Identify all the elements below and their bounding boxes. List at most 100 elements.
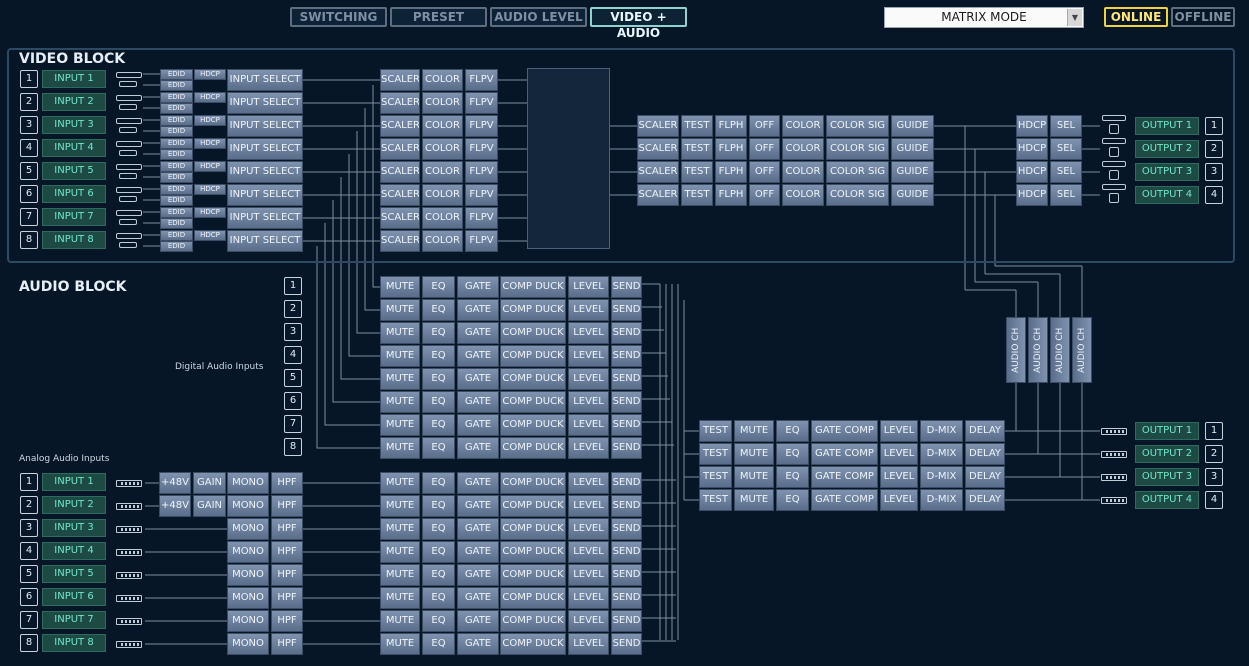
- video-scaler-button[interactable]: SCALER: [380, 184, 420, 206]
- output-hdcp-button[interactable]: HDCP: [1016, 184, 1048, 206]
- digital-comp-duck-button[interactable]: COMP DUCK: [500, 391, 566, 413]
- audio-out-eq-button[interactable]: EQ: [776, 489, 809, 511]
- phantom-power-button[interactable]: +48V: [159, 472, 191, 494]
- analog-comp-duck-button[interactable]: COMP DUCK: [500, 495, 566, 517]
- video-out-flph-button[interactable]: FLPH: [715, 161, 747, 183]
- video-input-button[interactable]: INPUT 1: [42, 70, 106, 88]
- audio-out-eq-button[interactable]: EQ: [776, 466, 809, 488]
- video-input-button[interactable]: INPUT 3: [42, 116, 106, 134]
- video-scaler-button[interactable]: SCALER: [380, 161, 420, 183]
- analog-input-button[interactable]: INPUT 7: [42, 611, 106, 629]
- analog-comp-duck-button[interactable]: COMP DUCK: [500, 610, 566, 632]
- analog-gate-button[interactable]: GATE: [457, 587, 499, 609]
- digital-eq-button[interactable]: EQ: [422, 276, 455, 298]
- hdcp-button[interactable]: HDCP: [194, 92, 226, 103]
- analog-eq-button[interactable]: EQ: [422, 518, 455, 540]
- digital-eq-button[interactable]: EQ: [422, 391, 455, 413]
- analog-level-button[interactable]: LEVEL: [568, 633, 609, 655]
- video-scaler-button[interactable]: SCALER: [380, 230, 420, 252]
- input-select-button[interactable]: INPUT SELECT: [227, 184, 303, 206]
- digital-eq-button[interactable]: EQ: [422, 437, 455, 459]
- audio-out-mute-button[interactable]: MUTE: [734, 420, 774, 442]
- video-output-button[interactable]: OUTPUT 3: [1135, 163, 1199, 181]
- analog-level-button[interactable]: LEVEL: [568, 610, 609, 632]
- analog-eq-button[interactable]: EQ: [422, 633, 455, 655]
- output-sel-button[interactable]: SEL: [1050, 115, 1082, 137]
- analog-comp-duck-button[interactable]: COMP DUCK: [500, 587, 566, 609]
- video-flpv-button[interactable]: FLPV: [465, 92, 498, 114]
- video-color-button[interactable]: COLOR: [422, 230, 463, 252]
- video-scaler-button[interactable]: SCALER: [380, 207, 420, 229]
- video-flpv-button[interactable]: FLPV: [465, 230, 498, 252]
- video-scaler-button[interactable]: SCALER: [380, 115, 420, 137]
- video-out-test-button[interactable]: TEST: [681, 184, 713, 206]
- audio-out-test-button[interactable]: TEST: [699, 420, 732, 442]
- audio-out-level-button[interactable]: LEVEL: [880, 489, 918, 511]
- audio-out-level-button[interactable]: LEVEL: [880, 420, 918, 442]
- video-out-color-sig-button[interactable]: COLOR SIG: [826, 115, 889, 137]
- hdcp-button[interactable]: HDCP: [194, 69, 226, 80]
- audio-out-gate-comp-button[interactable]: GATE COMP: [811, 420, 878, 442]
- hdcp-button[interactable]: HDCP: [194, 138, 226, 149]
- analog-gate-button[interactable]: GATE: [457, 564, 499, 586]
- edid-button[interactable]: EDID: [160, 80, 193, 91]
- input-select-button[interactable]: INPUT SELECT: [227, 161, 303, 183]
- video-color-button[interactable]: COLOR: [422, 138, 463, 160]
- digital-level-button[interactable]: LEVEL: [568, 368, 609, 390]
- analog-level-button[interactable]: LEVEL: [568, 564, 609, 586]
- audio-ch-button[interactable]: AUDIO CH: [1050, 317, 1070, 383]
- output-sel-button[interactable]: SEL: [1050, 161, 1082, 183]
- hdcp-button[interactable]: HDCP: [194, 115, 226, 126]
- mono-button[interactable]: MONO: [227, 518, 269, 540]
- digital-comp-duck-button[interactable]: COMP DUCK: [500, 299, 566, 321]
- video-out-flph-button[interactable]: FLPH: [715, 115, 747, 137]
- hdcp-button[interactable]: HDCP: [194, 230, 226, 241]
- analog-gate-button[interactable]: GATE: [457, 518, 499, 540]
- hpf-button[interactable]: HPF: [271, 472, 303, 494]
- digital-level-button[interactable]: LEVEL: [568, 322, 609, 344]
- edid-button[interactable]: EDID: [160, 69, 193, 80]
- analog-input-button[interactable]: INPUT 4: [42, 542, 106, 560]
- video-input-button[interactable]: INPUT 7: [42, 208, 106, 226]
- digital-mute-button[interactable]: MUTE: [380, 322, 420, 344]
- output-hdcp-button[interactable]: HDCP: [1016, 161, 1048, 183]
- analog-eq-button[interactable]: EQ: [422, 587, 455, 609]
- digital-send-button[interactable]: SEND: [611, 299, 642, 321]
- input-select-button[interactable]: INPUT SELECT: [227, 138, 303, 160]
- edid-button[interactable]: EDID: [160, 230, 193, 241]
- digital-level-button[interactable]: LEVEL: [568, 414, 609, 436]
- hdcp-button[interactable]: HDCP: [194, 207, 226, 218]
- digital-gate-button[interactable]: GATE: [457, 391, 499, 413]
- digital-gate-button[interactable]: GATE: [457, 368, 499, 390]
- digital-send-button[interactable]: SEND: [611, 322, 642, 344]
- digital-level-button[interactable]: LEVEL: [568, 276, 609, 298]
- mono-button[interactable]: MONO: [227, 633, 269, 655]
- video-out-color-button[interactable]: COLOR: [782, 161, 824, 183]
- audio-ch-button[interactable]: AUDIO CH: [1006, 317, 1026, 383]
- video-out-test-button[interactable]: TEST: [681, 161, 713, 183]
- analog-mute-button[interactable]: MUTE: [380, 564, 420, 586]
- audio-ch-button[interactable]: AUDIO CH: [1072, 317, 1092, 383]
- digital-eq-button[interactable]: EQ: [422, 345, 455, 367]
- edid-button[interactable]: EDID: [160, 92, 193, 103]
- video-out-scaler-button[interactable]: SCALER: [637, 184, 679, 206]
- hpf-button[interactable]: HPF: [271, 541, 303, 563]
- edid-button[interactable]: EDID: [160, 207, 193, 218]
- edid-button[interactable]: EDID: [160, 161, 193, 172]
- digital-level-button[interactable]: LEVEL: [568, 437, 609, 459]
- analog-comp-duck-button[interactable]: COMP DUCK: [500, 541, 566, 563]
- video-out-guide-button[interactable]: GUIDE: [891, 161, 934, 183]
- video-out-off-button[interactable]: OFF: [749, 138, 780, 160]
- phantom-power-button[interactable]: +48V: [159, 495, 191, 517]
- digital-mute-button[interactable]: MUTE: [380, 368, 420, 390]
- video-color-button[interactable]: COLOR: [422, 184, 463, 206]
- video-out-test-button[interactable]: TEST: [681, 138, 713, 160]
- audio-out-gate-comp-button[interactable]: GATE COMP: [811, 443, 878, 465]
- audio-out-gate-comp-button[interactable]: GATE COMP: [811, 489, 878, 511]
- gain-button[interactable]: GAIN: [193, 495, 226, 517]
- video-output-button[interactable]: OUTPUT 1: [1135, 117, 1199, 135]
- analog-eq-button[interactable]: EQ: [422, 610, 455, 632]
- video-color-button[interactable]: COLOR: [422, 115, 463, 137]
- video-out-flph-button[interactable]: FLPH: [715, 184, 747, 206]
- analog-eq-button[interactable]: EQ: [422, 495, 455, 517]
